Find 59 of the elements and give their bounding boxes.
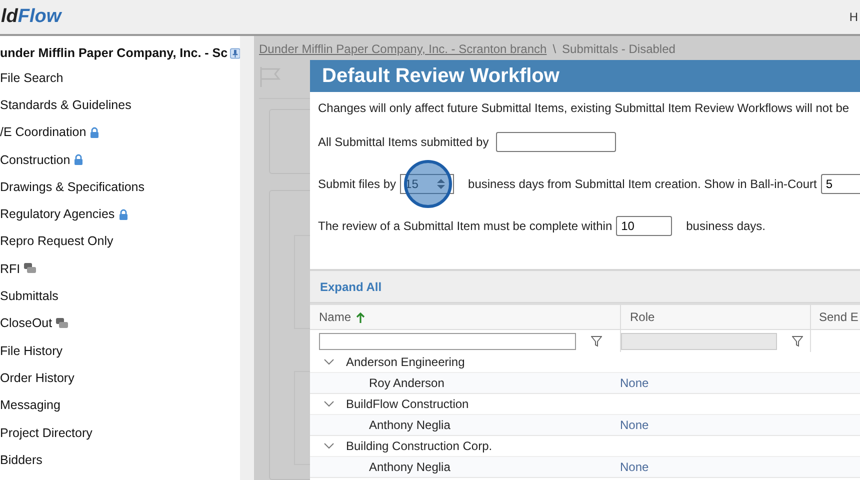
chevron-icon[interactable]	[324, 443, 334, 449]
submitted-by-field[interactable]	[496, 132, 616, 152]
sidebar-item[interactable]: Standards & Guidelines	[0, 98, 132, 112]
sidebar-item[interactable]: Order History	[0, 370, 74, 385]
role-link[interactable]: None	[620, 460, 649, 474]
role-link[interactable]: None	[620, 376, 649, 390]
chevron-icon[interactable]	[324, 359, 334, 365]
column-header[interactable]: Name	[319, 310, 352, 324]
chat-icon	[24, 263, 36, 274]
dialog-note: Changes will only affect future Submittal Items, existing Submittal Item Review Workflows will not be	[318, 101, 850, 115]
sort-ascending-icon	[356, 312, 366, 322]
sidebar-item[interactable]: Messaging	[0, 398, 60, 412]
group-name: BuildFlow Construction	[346, 397, 469, 411]
breadcrumb-current: Submittals - Disabled	[562, 42, 676, 56]
table-cell: Anthony Neglia	[369, 418, 450, 432]
sidebar-item[interactable]: File History	[0, 344, 63, 358]
sidebar-item[interactable]: Bidders	[0, 452, 42, 467]
field-label: business days.	[686, 219, 766, 233]
group-name: Building Construction Corp.	[346, 439, 492, 453]
sidebar-item[interactable]: File Search	[0, 70, 64, 85]
field-label: The review of a Submittal Item must be complete within	[318, 219, 612, 233]
expand-all-link[interactable]: Expand All	[320, 280, 382, 294]
filter-icon[interactable]	[591, 336, 602, 346]
sidebar-item[interactable]: Drawings & Specifications	[0, 180, 145, 194]
column-header[interactable]: Send E	[819, 310, 858, 324]
sidebar-item[interactable]: Repro Request Only	[0, 234, 114, 248]
header-text: H	[849, 10, 858, 24]
sidebar-item[interactable]: RFI	[0, 262, 20, 276]
project-title: under Mifflin Paper Company, Inc. - Sc	[0, 46, 228, 60]
review-days-field[interactable]: 10	[616, 216, 672, 236]
role-filter-field[interactable]	[621, 332, 777, 350]
column-header[interactable]: Role	[630, 310, 655, 324]
sidebar-item[interactable]: Regulatory Agencies	[0, 207, 115, 222]
spinner-icon[interactable]	[437, 179, 446, 189]
sidebar-item[interactable]: CloseOut	[0, 316, 52, 330]
click-indicator	[404, 160, 452, 208]
field-label: Submit files by	[318, 177, 396, 191]
table-cell: Roy Anderson	[369, 376, 444, 390]
sidebar-item[interactable]: Project Directory	[0, 426, 92, 440]
group-name: Anderson Engineering	[346, 355, 465, 369]
pin-icon[interactable]	[230, 46, 240, 60]
app-logo: ldFlow	[1, 6, 62, 28]
lock-icon	[74, 154, 84, 166]
sidebar-item[interactable]: /E Coordination	[0, 125, 86, 140]
filter-icon[interactable]	[792, 336, 803, 346]
name-filter-field[interactable]	[319, 332, 576, 350]
table-cell: Anthony Neglia	[369, 460, 450, 474]
chevron-icon[interactable]	[324, 401, 334, 407]
sidebar-item[interactable]: Construction	[0, 152, 70, 167]
dialog-title: Default Review Workflow	[310, 60, 860, 92]
sidebar-item[interactable]: Submittals	[0, 289, 58, 304]
lock-icon	[90, 126, 100, 138]
breadcrumb-separator: \	[552, 42, 556, 56]
ball-in-court-field[interactable]: 5	[820, 174, 860, 194]
role-link[interactable]: None	[620, 418, 649, 432]
chat-icon	[56, 318, 68, 329]
lock-icon	[118, 208, 128, 220]
field-label: All Submittal Items submitted by	[318, 135, 489, 149]
field-label: business days from Submittal Item creation. Show in Ball-in-Court	[468, 177, 817, 191]
